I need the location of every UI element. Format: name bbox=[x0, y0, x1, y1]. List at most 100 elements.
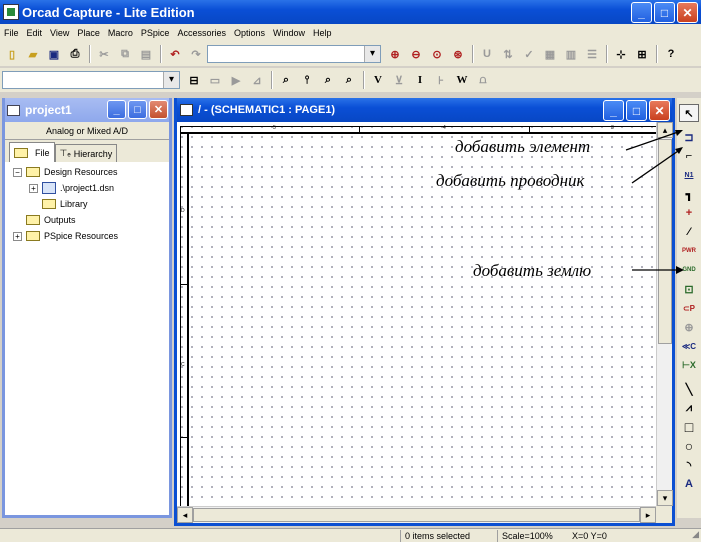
tree-item-outputs[interactable]: Outputs bbox=[13, 212, 169, 228]
scroll-down-arrow-icon[interactable]: ▾ bbox=[657, 490, 673, 506]
voltage-marker-button[interactable]: V bbox=[368, 70, 388, 90]
menu-file[interactable]: File bbox=[0, 28, 23, 38]
app-title: Orcad Capture - Lite Edition bbox=[22, 4, 195, 20]
schematic-minimize-button[interactable]: _ bbox=[603, 100, 624, 121]
current-marker-button[interactable]: I bbox=[410, 70, 430, 90]
collapse-toggle[interactable]: − bbox=[13, 167, 22, 177]
cut-icon[interactable]: ✂ bbox=[94, 44, 114, 64]
place-wire-icon[interactable]: ⌐ bbox=[679, 147, 699, 165]
enable-bias-display-icon[interactable]: ⩍ bbox=[473, 70, 493, 90]
place-bus-entry-icon[interactable]: ⁄ bbox=[679, 223, 699, 241]
help-icon[interactable]: ? bbox=[661, 44, 681, 64]
project-window-titlebar[interactable]: project1 _ □ ✕ bbox=[5, 98, 169, 122]
power-marker-button[interactable]: W bbox=[452, 70, 472, 90]
open-folder-icon[interactable]: ▰ bbox=[23, 44, 43, 64]
close-button[interactable]: ✕ bbox=[677, 2, 698, 23]
place-rectangle-icon[interactable]: □ bbox=[679, 418, 699, 436]
snap-to-grid-icon[interactable]: ⊹ bbox=[611, 44, 631, 64]
bill-of-materials-icon[interactable]: ☰ bbox=[582, 44, 602, 64]
part-search-combo[interactable] bbox=[207, 45, 381, 63]
new-simulation-profile-icon[interactable]: ⊟ bbox=[184, 70, 204, 90]
tree-item-library[interactable]: Library bbox=[13, 196, 169, 212]
zoom-out-icon[interactable]: ⊖ bbox=[406, 44, 426, 64]
minimize-button[interactable]: _ bbox=[631, 2, 652, 23]
view-simulation-results-icon[interactable]: ⊿ bbox=[247, 70, 267, 90]
redo-icon[interactable]: ↷ bbox=[186, 44, 206, 64]
place-net-alias-icon[interactable]: N1 bbox=[679, 166, 699, 184]
print-icon[interactable]: ⎙ bbox=[65, 44, 85, 64]
scroll-up-arrow-icon[interactable]: ▴ bbox=[657, 122, 673, 138]
vertical-scrollbar[interactable]: ▴ ▾ bbox=[656, 122, 673, 506]
undo-icon[interactable]: ↶ bbox=[165, 44, 185, 64]
select-tool-icon[interactable]: ↖ bbox=[679, 104, 699, 122]
tab-file[interactable]: File bbox=[9, 142, 55, 162]
new-file-icon[interactable]: ▯ bbox=[2, 44, 22, 64]
drc-icon[interactable]: ✓ bbox=[519, 44, 539, 64]
place-off-page-connector-icon[interactable]: ≪C bbox=[679, 337, 699, 355]
probe-icon[interactable]: ⌕ bbox=[339, 70, 359, 90]
schematic-close-button[interactable]: ✕ bbox=[649, 100, 670, 121]
zoom-all-icon[interactable]: ⊛ bbox=[448, 44, 468, 64]
place-hierarchical-block-icon[interactable]: ⊡ bbox=[679, 280, 699, 298]
tab-hierarchy[interactable]: ⊤ₑ Hierarchy bbox=[54, 144, 118, 162]
menu-view[interactable]: View bbox=[46, 28, 73, 38]
schematic-window-titlebar[interactable]: / - (SCHEMATIC1 : PAGE1) _ □ ✕ bbox=[177, 98, 672, 122]
menu-options[interactable]: Options bbox=[230, 28, 269, 38]
horizontal-scrollbar[interactable]: ◂ ▸ bbox=[177, 506, 656, 523]
edit-simulation-profile-icon[interactable]: ▭ bbox=[205, 70, 225, 90]
resize-grip-icon[interactable]: ◢ bbox=[692, 529, 699, 540]
simulation-profile-combo[interactable] bbox=[2, 71, 180, 89]
place-hierarchical-port-icon[interactable]: ⊂P bbox=[679, 299, 699, 317]
place-polyline-icon[interactable]: ⩘ bbox=[679, 399, 699, 417]
place-junction-icon[interactable]: + bbox=[679, 204, 699, 222]
scroll-right-arrow-icon[interactable]: ▸ bbox=[640, 507, 656, 523]
schematic-maximize-button[interactable]: □ bbox=[626, 100, 647, 121]
scroll-left-arrow-icon[interactable]: ◂ bbox=[177, 507, 193, 523]
place-ellipse-icon[interactable]: ○ bbox=[679, 437, 699, 455]
project-maximize-button[interactable]: □ bbox=[128, 100, 147, 119]
zoom-in-icon[interactable]: ⊕ bbox=[385, 44, 405, 64]
cross-reference-icon[interactable]: ▥ bbox=[561, 44, 581, 64]
advanced-analysis-icon[interactable]: ⌕ bbox=[276, 70, 296, 90]
paste-icon[interactable]: ▤ bbox=[136, 44, 156, 64]
copy-icon[interactable]: ⧉ bbox=[115, 44, 135, 64]
menu-accessories[interactable]: Accessories bbox=[173, 28, 230, 38]
menu-macro[interactable]: Macro bbox=[104, 28, 137, 38]
expand-toggle[interactable]: + bbox=[29, 183, 38, 193]
menu-help[interactable]: Help bbox=[309, 28, 336, 38]
place-line-icon[interactable]: ╲ bbox=[679, 380, 699, 398]
place-no-connect-icon[interactable]: ⊢X bbox=[679, 356, 699, 374]
markers-icon[interactable]: ⌕ bbox=[318, 70, 338, 90]
tree-item-pspice-resources[interactable]: + PSpice Resources bbox=[13, 228, 169, 244]
place-arc-icon[interactable]: ◝ bbox=[679, 456, 699, 474]
maximize-button[interactable]: □ bbox=[654, 2, 675, 23]
project-close-button[interactable]: ✕ bbox=[149, 100, 168, 119]
place-part-icon[interactable]: ⊐ bbox=[679, 128, 699, 146]
expand-toggle[interactable]: + bbox=[13, 231, 22, 241]
horizontal-scroll-thumb[interactable] bbox=[193, 508, 640, 522]
tree-item-dsn-file[interactable]: + .\project1.dsn bbox=[13, 180, 169, 196]
back-annotate-icon[interactable]: ⇅ bbox=[498, 44, 518, 64]
place-hierarchical-pin-icon[interactable]: ⊕ bbox=[679, 318, 699, 336]
place-power-icon[interactable]: PWR bbox=[679, 242, 699, 260]
place-ground-icon[interactable]: GND bbox=[679, 261, 699, 279]
save-icon[interactable]: ▣ bbox=[44, 44, 64, 64]
place-bus-icon[interactable]: ┓ bbox=[679, 185, 699, 203]
menu-edit[interactable]: Edit bbox=[23, 28, 47, 38]
voltage-differential-marker-icon[interactable]: ⊻ bbox=[389, 70, 409, 90]
bias-markers-icon[interactable]: ⫯ bbox=[297, 70, 317, 90]
place-text-icon[interactable]: A bbox=[679, 475, 699, 493]
power-dissipation-marker-icon[interactable]: ⊦ bbox=[431, 70, 451, 90]
annotate-icon[interactable]: U bbox=[477, 44, 497, 64]
run-simulation-icon[interactable]: ▶ bbox=[226, 70, 246, 90]
menu-place[interactable]: Place bbox=[73, 28, 104, 38]
zoom-area-icon[interactable]: ⊙ bbox=[427, 44, 447, 64]
project-manager-icon[interactable]: ⊞ bbox=[632, 44, 652, 64]
orcad-app-icon[interactable] bbox=[3, 4, 19, 20]
tree-item-design-resources[interactable]: − Design Resources bbox=[13, 164, 169, 180]
netlist-icon[interactable]: ▦ bbox=[540, 44, 560, 64]
menu-window[interactable]: Window bbox=[269, 28, 309, 38]
vertical-scroll-thumb[interactable] bbox=[658, 139, 672, 344]
menu-pspice[interactable]: PSpice bbox=[137, 28, 174, 38]
project-minimize-button[interactable]: _ bbox=[107, 100, 126, 119]
